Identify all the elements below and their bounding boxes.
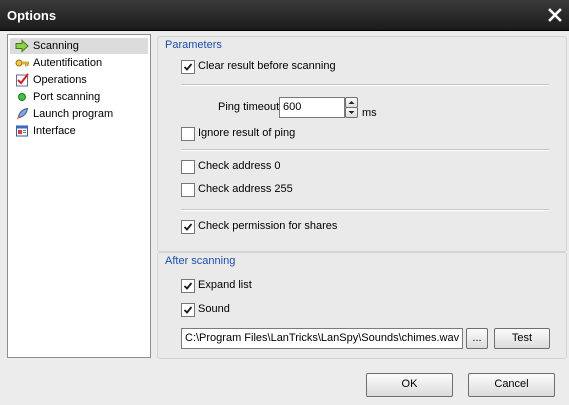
check-icon <box>183 63 193 71</box>
ping-timeout-stepper[interactable] <box>345 97 358 118</box>
after-scanning-panel: After scanning Expand list Sound C:\Prog… <box>157 252 567 359</box>
nav-item-label: Scanning <box>33 40 79 52</box>
parameters-title: Parameters <box>165 39 222 51</box>
check-icon <box>183 282 193 290</box>
nav-item-scanning[interactable]: Scanning <box>10 38 148 54</box>
checkbox-label: Sound <box>198 303 230 315</box>
checkbox-label: Ignore result of ping <box>198 127 296 139</box>
nav-item-interface[interactable]: Interface <box>10 123 148 139</box>
green-arrow-icon <box>15 39 29 53</box>
checkbox-label: Check address 0 <box>198 160 281 172</box>
chevron-down-icon <box>348 111 355 114</box>
ping-timeout-label: Ping timeout <box>218 101 280 113</box>
checkbox-label: Check address 255 <box>198 183 293 195</box>
nav-item-label: Operations <box>33 74 87 86</box>
browse-button[interactable]: ... <box>466 328 488 349</box>
check-icon <box>183 306 193 314</box>
checkbox-box[interactable] <box>181 303 195 317</box>
checkbox-box[interactable] <box>181 220 195 234</box>
checkbox-box[interactable] <box>181 160 195 174</box>
checkbox-label: Check permission for shares <box>198 220 338 232</box>
green-dot-icon <box>18 93 26 101</box>
after-scanning-title: After scanning <box>165 255 236 267</box>
separator <box>181 149 549 151</box>
nav-item-port-scanning[interactable]: Port scanning <box>10 89 148 105</box>
nav-item-label: Port scanning <box>33 91 101 103</box>
checkbox-box[interactable] <box>181 279 195 293</box>
rocket-icon <box>16 107 29 120</box>
checklist-icon <box>16 73 29 87</box>
nav-item-label: Interface <box>33 125 76 137</box>
nav-item-operations[interactable]: Operations <box>10 72 148 88</box>
chevron-up-icon <box>348 101 355 104</box>
ok-button[interactable]: OK <box>366 373 453 397</box>
sound-file-path-input[interactable]: C:\Program Files\LanTricks\LanSpy\Sounds… <box>181 328 463 349</box>
cancel-button[interactable]: Cancel <box>468 373 555 397</box>
test-button[interactable]: Test <box>494 328 550 349</box>
nav-item-label: Autentification <box>33 57 103 69</box>
nav-item-label: Launch program <box>33 108 114 120</box>
checkbox-box[interactable] <box>181 127 195 141</box>
check-icon <box>183 223 193 231</box>
key-icon <box>15 59 29 67</box>
separator <box>181 209 549 211</box>
separator <box>181 84 549 86</box>
title-bar: Options <box>0 0 569 31</box>
nav-item-launch-program[interactable]: Launch program <box>10 106 148 122</box>
checkbox-box[interactable] <box>181 60 195 74</box>
ping-timeout-input[interactable]: 600 <box>279 97 345 118</box>
nav-item-autentification[interactable]: Autentification <box>10 55 148 71</box>
close-icon[interactable] <box>546 6 564 24</box>
checkbox-label: Expand list <box>198 279 252 291</box>
ping-timeout-unit: ms <box>362 107 377 119</box>
category-list: Scanning Autentification Operations Port… <box>7 34 151 358</box>
checkbox-label: Clear result before scanning <box>198 60 336 72</box>
checkbox-box[interactable] <box>181 183 195 197</box>
options-dialog: Options Scanning Autentification Operati… <box>0 0 569 405</box>
window-icon <box>16 125 28 137</box>
window-title: Options <box>7 8 57 23</box>
spin-down-button[interactable] <box>345 107 358 118</box>
parameters-panel: Parameters Clear result before scanning … <box>157 36 567 252</box>
